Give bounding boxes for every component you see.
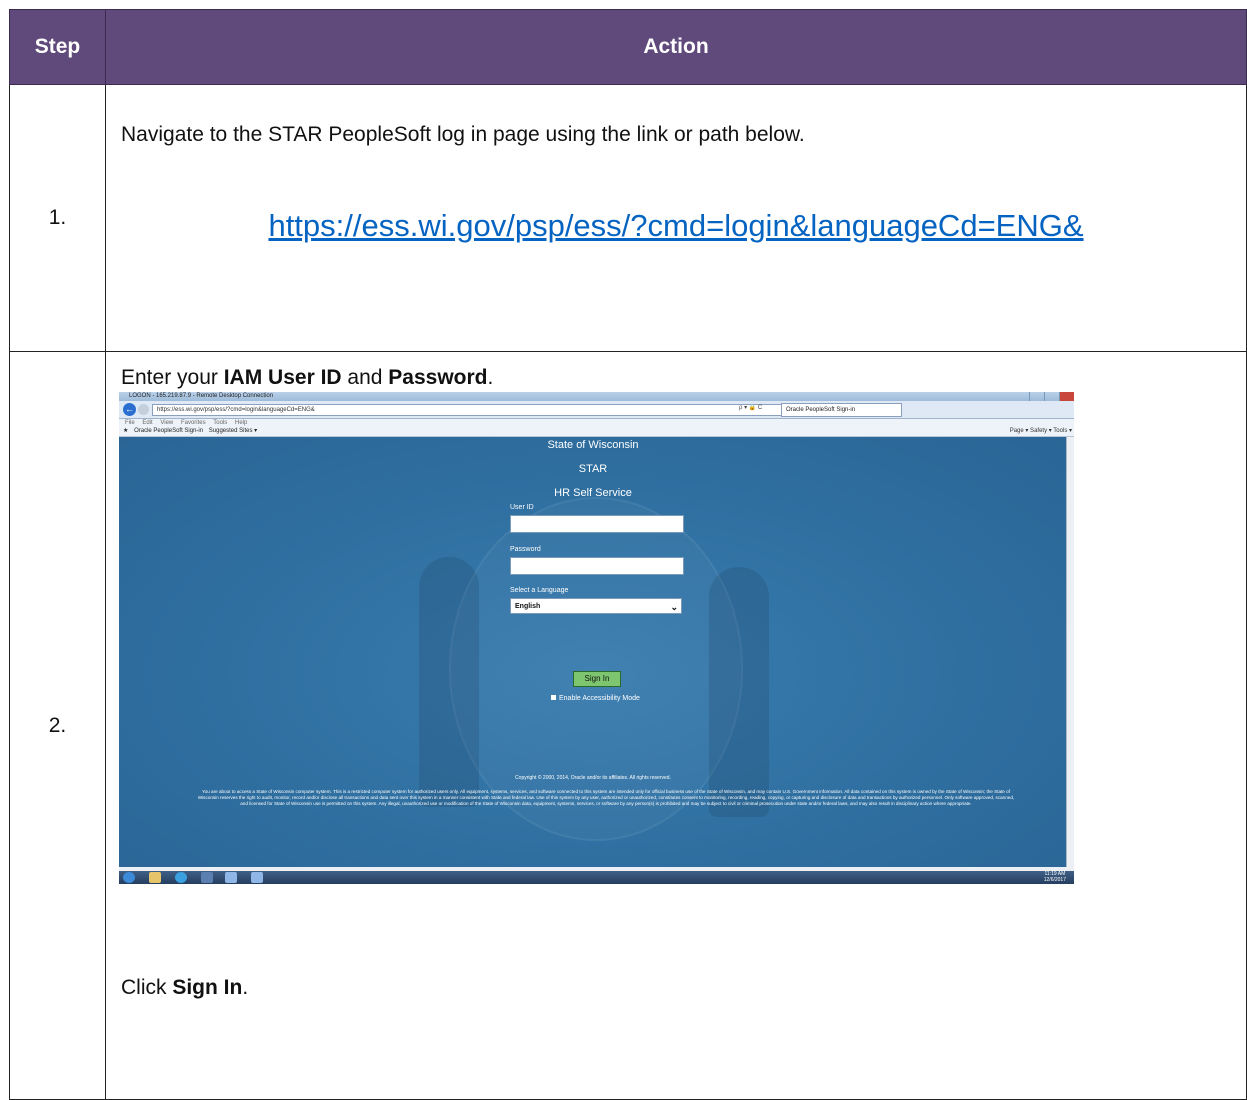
password-label: Password	[510, 546, 541, 553]
accessibility-label: Enable Accessibility Mode	[559, 695, 640, 702]
copyright-text: Copyright © 2000, 2014, Oracle and/or it…	[515, 775, 671, 781]
menu-help[interactable]: Help	[235, 420, 247, 426]
window-controls	[1029, 392, 1074, 401]
table-row: 2. Enter your IAM User ID and Password. …	[9, 351, 1247, 1100]
forward-arrow-icon[interactable]	[138, 404, 149, 415]
language-select[interactable]: English ⌄	[510, 598, 682, 614]
language-value: English	[515, 603, 541, 610]
instruction-prefix: Enter your	[121, 366, 224, 389]
step-number: 1.	[9, 84, 106, 352]
disclaimer-text: You are about to access a State of Wisco…	[197, 789, 1015, 806]
login-screenshot: LOGON - 165.219.87.9 - Remote Desktop Co…	[119, 392, 1074, 884]
instruction-password: Password	[388, 366, 488, 389]
folder-icon[interactable]	[149, 872, 161, 883]
browser-navbar: ← https://ess.wi.gov/psp/ess/?cmd=login&…	[119, 401, 1074, 419]
language-label: Select a Language	[510, 587, 569, 594]
favorite-peoplesoft[interactable]: Oracle PeopleSoft Sign-in	[134, 428, 203, 434]
action-column-header: Action	[105, 9, 1247, 85]
table-header-row: Step Action	[9, 9, 1247, 85]
accessibility-checkbox[interactable]: Enable Accessibility Mode	[551, 695, 640, 702]
address-controls[interactable]: ρ ▾ 🔒 C	[739, 404, 762, 411]
instruction-suffix: .	[487, 366, 494, 389]
action-cell: Enter your IAM User ID and Password. LOG…	[105, 351, 1247, 1100]
star-icon[interactable]: ★	[123, 428, 128, 434]
close-icon[interactable]	[1059, 392, 1074, 401]
menu-favorites[interactable]: Favorites	[181, 420, 206, 426]
minimize-icon[interactable]	[1029, 392, 1044, 401]
clock-date: 12/6/2017	[1043, 876, 1066, 883]
login-link[interactable]: https://ess.wi.gov/psp/ess/?cmd=login&la…	[106, 208, 1246, 244]
userid-label: User ID	[510, 504, 534, 511]
media-player-icon[interactable]	[201, 872, 213, 883]
userid-input[interactable]	[510, 515, 684, 533]
heading-hr: HR Self Service	[554, 487, 632, 499]
command-bar[interactable]: Page ▾ Safety ▾ Tools ▾	[1010, 427, 1072, 436]
remote-desktop-icon[interactable]	[251, 872, 263, 883]
table-row: 1. Navigate to the STAR PeopleSoft log i…	[9, 84, 1247, 352]
ie-icon[interactable]	[175, 872, 187, 883]
remote-desktop-icon[interactable]	[225, 872, 237, 883]
click-suffix: .	[242, 976, 249, 999]
menu-view[interactable]: View	[160, 420, 173, 426]
browser-tab[interactable]: Oracle PeopleSoft Sign-in	[781, 403, 902, 417]
menu-bar: File Edit View Favorites Tools Help	[119, 419, 1074, 427]
window-titlebar: LOGON - 165.219.87.9 - Remote Desktop Co…	[119, 392, 1074, 401]
favorite-suggested-sites[interactable]: Suggested Sites ▾	[209, 428, 257, 434]
step-number: 2.	[9, 351, 106, 1100]
step-column-header: Step	[9, 9, 106, 85]
system-clock[interactable]: 11:19 AM 12/6/2017	[1043, 871, 1066, 883]
menu-tools[interactable]: Tools	[213, 420, 227, 426]
checkbox-icon[interactable]	[551, 695, 556, 700]
click-sign-in: Sign In	[172, 976, 243, 999]
back-arrow-icon[interactable]: ←	[123, 403, 136, 416]
password-input[interactable]	[510, 557, 684, 575]
address-bar[interactable]: https://ess.wi.gov/psp/ess/?cmd=login&la…	[152, 404, 798, 416]
sign-in-button[interactable]: Sign In	[573, 671, 621, 687]
instruction-text: Click Sign In.	[121, 976, 248, 1000]
vertical-scrollbar[interactable]	[1066, 437, 1074, 867]
windows-taskbar: 11:19 AM 12/6/2017	[119, 871, 1074, 884]
instruction-text: Enter your IAM User ID and Password.	[121, 366, 493, 390]
menu-edit[interactable]: Edit	[142, 420, 152, 426]
sailor-figure-icon	[419, 557, 479, 807]
menu-file[interactable]: File	[125, 420, 135, 426]
instruction-table: Step Action 1. Navigate to the STAR Peop…	[9, 9, 1247, 1100]
start-button-icon[interactable]	[123, 872, 135, 883]
window-title: LOGON - 165.219.87.9 - Remote Desktop Co…	[129, 393, 274, 399]
maximize-icon[interactable]	[1044, 392, 1059, 401]
instruction-mid: and	[341, 366, 389, 389]
heading-star: STAR	[578, 463, 608, 475]
favorites-bar: ★ Oracle PeopleSoft Sign-in Suggested Si…	[119, 427, 1074, 437]
instruction-text: Navigate to the STAR PeopleSoft log in p…	[121, 123, 805, 146]
action-cell: Navigate to the STAR PeopleSoft log in p…	[105, 84, 1247, 352]
heading-state: State of Wisconsin	[547, 439, 639, 451]
click-prefix: Click	[121, 976, 173, 999]
chevron-down-icon: ⌄	[670, 602, 678, 612]
instruction-userid: IAM User ID	[223, 366, 342, 389]
login-page: State of Wisconsin STAR HR Self Service …	[119, 437, 1067, 867]
